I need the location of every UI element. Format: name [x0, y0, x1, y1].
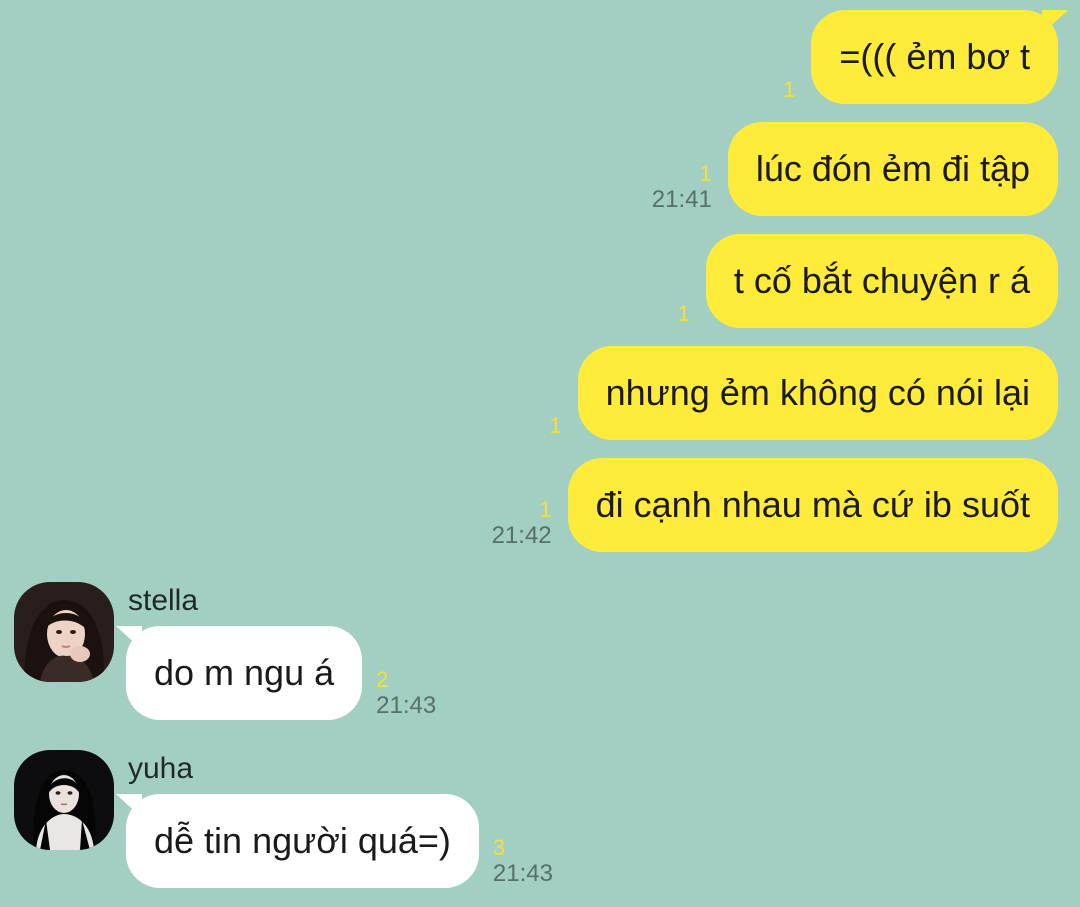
timestamp: 21:42 — [491, 522, 552, 549]
sender-name: stella — [128, 584, 199, 617]
message-bubble-outgoing[interactable]: =((( ẻm bơ t — [811, 10, 1068, 104]
timestamp: 21:43 — [376, 692, 437, 719]
message-row-outgoing: 1 21:42 đi cạnh nhau mà cứ ib suốt — [492, 458, 1058, 552]
message-body: do m ngu á 2 21:43 — [115, 626, 436, 720]
unread-count: 1 — [699, 161, 712, 186]
message-bubble-outgoing[interactable]: lúc đón ẻm đi tập — [727, 122, 1058, 216]
unread-count: 2 — [376, 667, 389, 692]
message-row-outgoing: 1 21:41 lúc đón ẻm đi tập — [652, 122, 1058, 216]
message-meta: 1 — [549, 414, 561, 438]
chat-view: 1 =((( ẻm bơ t 1 21:41 lúc đón ẻm đi tập… — [0, 0, 1080, 907]
message-meta: 2 21:43 — [376, 668, 436, 720]
message-meta: 1 21:41 — [652, 162, 712, 214]
message-bubble-incoming[interactable]: do m ngu á — [115, 626, 363, 720]
message-row-outgoing: 1 =((( ẻm bơ t — [783, 10, 1068, 104]
message-body: dễ tin người quá=) 3 21:43 — [116, 794, 553, 888]
avatar-photo-icon — [14, 582, 114, 682]
message-meta: 3 21:43 — [493, 836, 553, 888]
unread-count: 1 — [549, 413, 562, 438]
avatar[interactable] — [14, 582, 114, 682]
avatar[interactable] — [14, 750, 114, 850]
message-meta: 1 — [678, 302, 690, 326]
message-bubble-outgoing[interactable]: nhưng ẻm không có nói lại — [577, 346, 1058, 440]
unread-count: 1 — [677, 301, 690, 326]
message-row-outgoing: 1 nhưng ẻm không có nói lại — [549, 346, 1058, 440]
message-bubble-outgoing[interactable]: t cố bắt chuyện r á — [705, 234, 1058, 328]
unread-count: 1 — [539, 497, 552, 522]
message-meta: 1 — [783, 78, 795, 102]
unread-count: 3 — [492, 835, 506, 860]
timestamp: 21:43 — [492, 860, 553, 887]
sender-name: yuha — [128, 752, 194, 785]
message-row-outgoing: 1 t cố bắt chuyện r á — [678, 234, 1058, 328]
message-bubble-outgoing[interactable]: đi cạnh nhau mà cứ ib suốt — [567, 458, 1058, 552]
message-bubble-incoming[interactable]: dễ tin người quá=) — [116, 794, 479, 888]
unread-count: 1 — [783, 77, 796, 102]
message-meta: 1 21:42 — [492, 498, 552, 550]
timestamp: 21:41 — [651, 186, 712, 213]
avatar-photo-icon — [14, 750, 114, 850]
